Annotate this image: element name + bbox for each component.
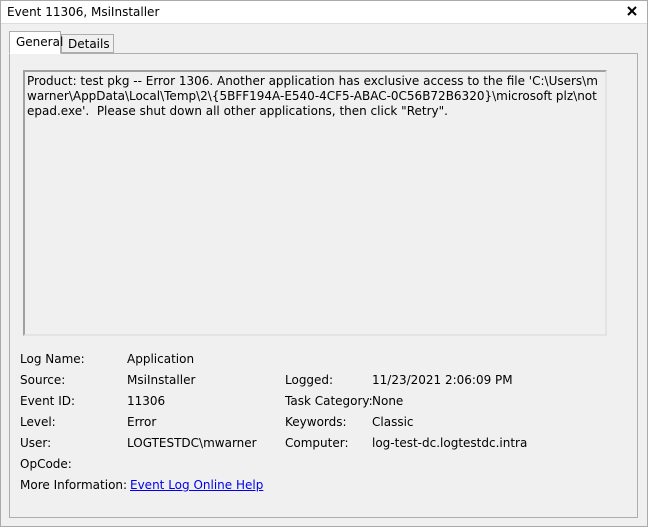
event-id-label: Event ID: <box>20 394 76 408</box>
computer-value: log-test-dc.logtestdc.intra <box>372 436 528 450</box>
computer-label: Computer: <box>285 436 349 450</box>
title-bar: Event 11306, MsiInstaller <box>1 1 647 24</box>
source-value: MsiInstaller <box>127 373 196 387</box>
log-name-label: Log Name: <box>20 352 85 366</box>
task-category-label: Task Category: <box>285 394 373 408</box>
window-title: Event 11306, MsiInstaller <box>7 5 160 19</box>
more-information-label: More Information: <box>20 478 128 492</box>
event-properties-window: Event 11306, MsiInstaller General Detail… <box>0 0 648 527</box>
event-log-online-help-link[interactable]: Event Log Online Help <box>130 478 263 492</box>
opcode-label: OpCode: <box>20 457 72 471</box>
level-value: Error <box>127 415 157 429</box>
tab-general[interactable]: General <box>9 31 63 54</box>
log-name-value: Application <box>127 352 195 366</box>
general-tab-panel: Product: test pkg -- Error 1306. Another… <box>9 53 638 518</box>
level-label: Level: <box>20 415 56 429</box>
user-label: User: <box>20 436 52 450</box>
close-icon <box>627 6 637 16</box>
task-category-value: None <box>372 394 404 408</box>
source-label: Source: <box>20 373 66 387</box>
logged-label: Logged: <box>285 373 334 387</box>
user-value: LOGTESTDC\mwarner <box>127 436 257 450</box>
close-button[interactable] <box>625 4 639 18</box>
event-description-textbox[interactable]: Product: test pkg -- Error 1306. Another… <box>23 70 607 336</box>
keywords-label: Keywords: <box>285 415 347 429</box>
keywords-value: Classic <box>372 415 414 429</box>
tab-details[interactable]: Details <box>61 34 114 53</box>
logged-value: 11/23/2021 2:06:09 PM <box>372 373 513 387</box>
event-id-value: 11306 <box>127 394 166 408</box>
